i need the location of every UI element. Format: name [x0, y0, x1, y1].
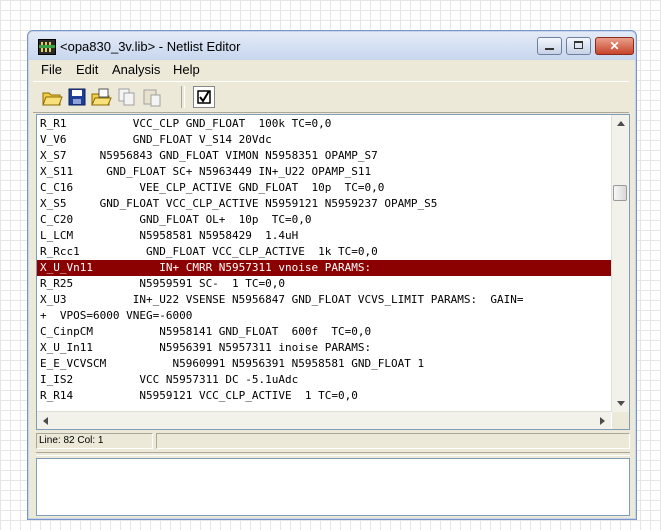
menu-help[interactable]: Help [173, 62, 200, 77]
menu-edit[interactable]: Edit [76, 62, 98, 77]
status-bar: Line: 82 Col: 1 [36, 433, 630, 449]
menu-file[interactable]: File [41, 62, 62, 77]
check-button[interactable] [193, 86, 215, 108]
netlist-text-area[interactable]: R_R1 VCC_CLP GND_FLOAT 100k TC=0,0 V_V6 G… [36, 114, 630, 430]
netlist-line[interactable]: X_U3 IN+_U22 VSENSE N5956847 GND_FLOAT V… [37, 292, 611, 308]
check-icon [197, 90, 211, 104]
open-file-button[interactable] [90, 86, 112, 108]
toolbar-separator [181, 86, 185, 108]
netlist-line[interactable]: R_R25 N5959591 SC- 1 TC=0,0 [37, 276, 611, 292]
netlist-lines[interactable]: R_R1 VCC_CLP GND_FLOAT 100k TC=0,0 V_V6 G… [37, 116, 611, 412]
title-bar[interactable]: <opa830_3v.lib> - Netlist Editor ✕ [29, 32, 635, 60]
minimize-icon [545, 48, 554, 50]
toolbar [33, 81, 629, 113]
save-icon [68, 88, 86, 106]
menu-bar: File Edit Analysis Help [29, 60, 635, 80]
scroll-right-icon[interactable] [600, 417, 605, 425]
netlist-line[interactable]: V_V6 GND_FLOAT V_S14 20Vdc [37, 132, 611, 148]
minimize-button[interactable] [537, 37, 562, 55]
netlist-line[interactable]: R_R14 N5959121 VCC_CLP_ACTIVE 1 TC=0,0 [37, 388, 611, 404]
scroll-up-icon[interactable] [617, 121, 625, 126]
netlist-line[interactable]: I_IS2 VCC N5957311 DC -5.1uAdc [37, 372, 611, 388]
cursor-position: Line: 82 Col: 1 [36, 433, 153, 449]
netlist-editor-window: <opa830_3v.lib> - Netlist Editor ✕ File … [27, 30, 637, 520]
menu-analysis[interactable]: Analysis [112, 62, 160, 77]
scroll-left-icon[interactable] [43, 417, 48, 425]
copy-button[interactable] [116, 86, 138, 108]
netlist-line[interactable]: C_C20 GND_FLOAT OL+ 10p TC=0,0 [37, 212, 611, 228]
netlist-line[interactable]: E_E_VCVSCM N5960991 N5956391 N5958581 GN… [37, 356, 611, 372]
netlist-line[interactable]: X_S11 GND_FLOAT SC+ N5963449 IN+_U22 OPA… [37, 164, 611, 180]
netlist-line[interactable]: X_U_In11 N5956391 N5957311 inoise PARAMS… [37, 340, 611, 356]
netlist-line[interactable]: L_LCM N5958581 N5958429 1.4uH [37, 228, 611, 244]
paste-button[interactable] [141, 86, 163, 108]
vertical-scroll-thumb[interactable] [613, 185, 627, 201]
status-message [156, 433, 630, 449]
maximize-icon [574, 41, 583, 49]
scroll-down-icon[interactable] [617, 401, 625, 406]
save-button[interactable] [66, 86, 88, 108]
netlist-line[interactable]: X_S5 GND_FLOAT VCC_CLP_ACTIVE N5959121 N… [37, 196, 611, 212]
selected-netlist-line[interactable]: X_U_Vn11 IN+ CMRR N5957311 vnoise PARAMS… [37, 260, 611, 276]
open-folder-button[interactable] [41, 86, 63, 108]
netlist-line[interactable]: X_S7 N5956843 GND_FLOAT VIMON N5958351 O… [37, 148, 611, 164]
vertical-scrollbar[interactable] [611, 115, 629, 412]
copy-icon [118, 88, 135, 106]
output-pane[interactable] [36, 458, 630, 516]
window-title: <opa830_3v.lib> - Netlist Editor [60, 39, 241, 54]
close-icon: ✕ [609, 39, 620, 53]
open-file-icon [91, 88, 112, 106]
open-folder-icon [42, 92, 63, 106]
close-button[interactable]: ✕ [595, 37, 634, 55]
netlist-line[interactable]: + VPOS=6000 VNEG=-6000 [37, 308, 611, 324]
pane-splitter[interactable] [36, 452, 630, 456]
horizontal-scrollbar[interactable] [37, 411, 611, 429]
netlist-line[interactable]: R_Rcc1 GND_FLOAT VCC_CLP_ACTIVE 1k TC=0,… [37, 244, 611, 260]
scrollbar-corner [612, 412, 629, 429]
netlist-line[interactable]: C_CinpCM N5958141 GND_FLOAT 600f TC=0,0 [37, 324, 611, 340]
netlist-line[interactable]: R_R1 VCC_CLP GND_FLOAT 100k TC=0,0 [37, 116, 611, 132]
netlist-line[interactable]: C_C16 VEE_CLP_ACTIVE GND_FLOAT 10p TC=0,… [37, 180, 611, 196]
app-icon [38, 39, 56, 55]
maximize-button[interactable] [566, 37, 591, 55]
paste-icon [143, 89, 161, 107]
